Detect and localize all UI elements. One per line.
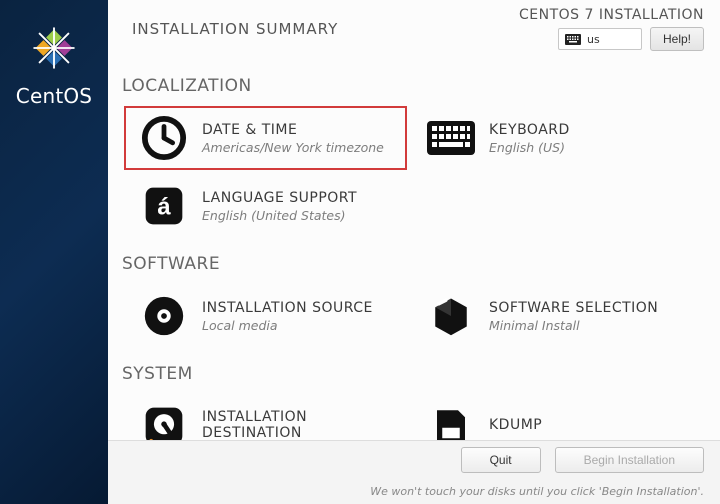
spoke-keyboard[interactable]: KEYBOARD English (US) xyxy=(409,104,696,172)
spoke-label: INSTALLATION SOURCE xyxy=(202,300,373,316)
keyboard-layout-label: us xyxy=(587,33,600,46)
spoke-status: English (United States) xyxy=(202,208,357,223)
svg-text:á: á xyxy=(157,193,171,220)
spoke-language-support[interactable]: á LANGUAGE SUPPORT English (United State… xyxy=(122,172,409,240)
kdump-icon xyxy=(427,402,475,440)
content-area: LOCALIZATION DATE & TIME Americas/New Yo… xyxy=(108,58,720,440)
centos-logo-icon xyxy=(24,18,84,78)
begin-installation-button[interactable]: Begin Installation xyxy=(555,447,704,473)
spoke-status: Americas/New York timezone xyxy=(202,140,384,155)
footer: Quit Begin Installation We won't touch y… xyxy=(108,440,720,504)
spoke-status: Local media xyxy=(202,318,373,333)
disc-icon xyxy=(140,292,188,340)
spoke-label: DATE & TIME xyxy=(202,122,384,138)
topbar: INSTALLATION SUMMARY CENTOS 7 INSTALLATI… xyxy=(108,0,720,58)
spoke-status: Minimal Install xyxy=(489,318,658,333)
sidebar: CentOS xyxy=(0,0,108,504)
spoke-label: INSTALLATION DESTINATION xyxy=(202,409,401,440)
clock-icon xyxy=(140,114,188,162)
harddisk-icon xyxy=(140,402,188,440)
spoke-date-time[interactable]: DATE & TIME Americas/New York timezone xyxy=(122,104,409,172)
brand-text: CentOS xyxy=(16,84,92,108)
main-panel: INSTALLATION SUMMARY CENTOS 7 INSTALLATI… xyxy=(108,0,720,504)
spoke-label: KDUMP xyxy=(489,417,542,433)
spoke-kdump[interactable]: KDUMP xyxy=(409,392,696,440)
spoke-software-selection[interactable]: SOFTWARE SELECTION Minimal Install xyxy=(409,282,696,350)
section-heading-localization: LOCALIZATION xyxy=(122,76,696,96)
help-button[interactable]: Help! xyxy=(650,27,704,51)
quit-button[interactable]: Quit xyxy=(461,447,541,473)
spoke-label: SOFTWARE SELECTION xyxy=(489,300,658,316)
spoke-installation-destination[interactable]: INSTALLATION DESTINATION xyxy=(122,392,409,440)
keyboard-icon xyxy=(427,114,475,162)
keyboard-small-icon xyxy=(565,34,581,45)
spoke-label: KEYBOARD xyxy=(489,122,570,138)
spoke-label: LANGUAGE SUPPORT xyxy=(202,190,357,206)
spoke-installation-source[interactable]: INSTALLATION SOURCE Local media xyxy=(122,282,409,350)
footer-hint: We won't touch your disks until you clic… xyxy=(124,485,704,498)
language-icon: á xyxy=(140,182,188,230)
spoke-status: English (US) xyxy=(489,140,570,155)
section-heading-system: SYSTEM xyxy=(122,364,696,384)
section-heading-software: SOFTWARE xyxy=(122,254,696,274)
keyboard-layout-indicator[interactable]: us xyxy=(558,28,642,50)
page-title: INSTALLATION SUMMARY xyxy=(132,20,338,38)
product-subtitle: CENTOS 7 INSTALLATION xyxy=(519,7,704,23)
package-icon xyxy=(427,292,475,340)
